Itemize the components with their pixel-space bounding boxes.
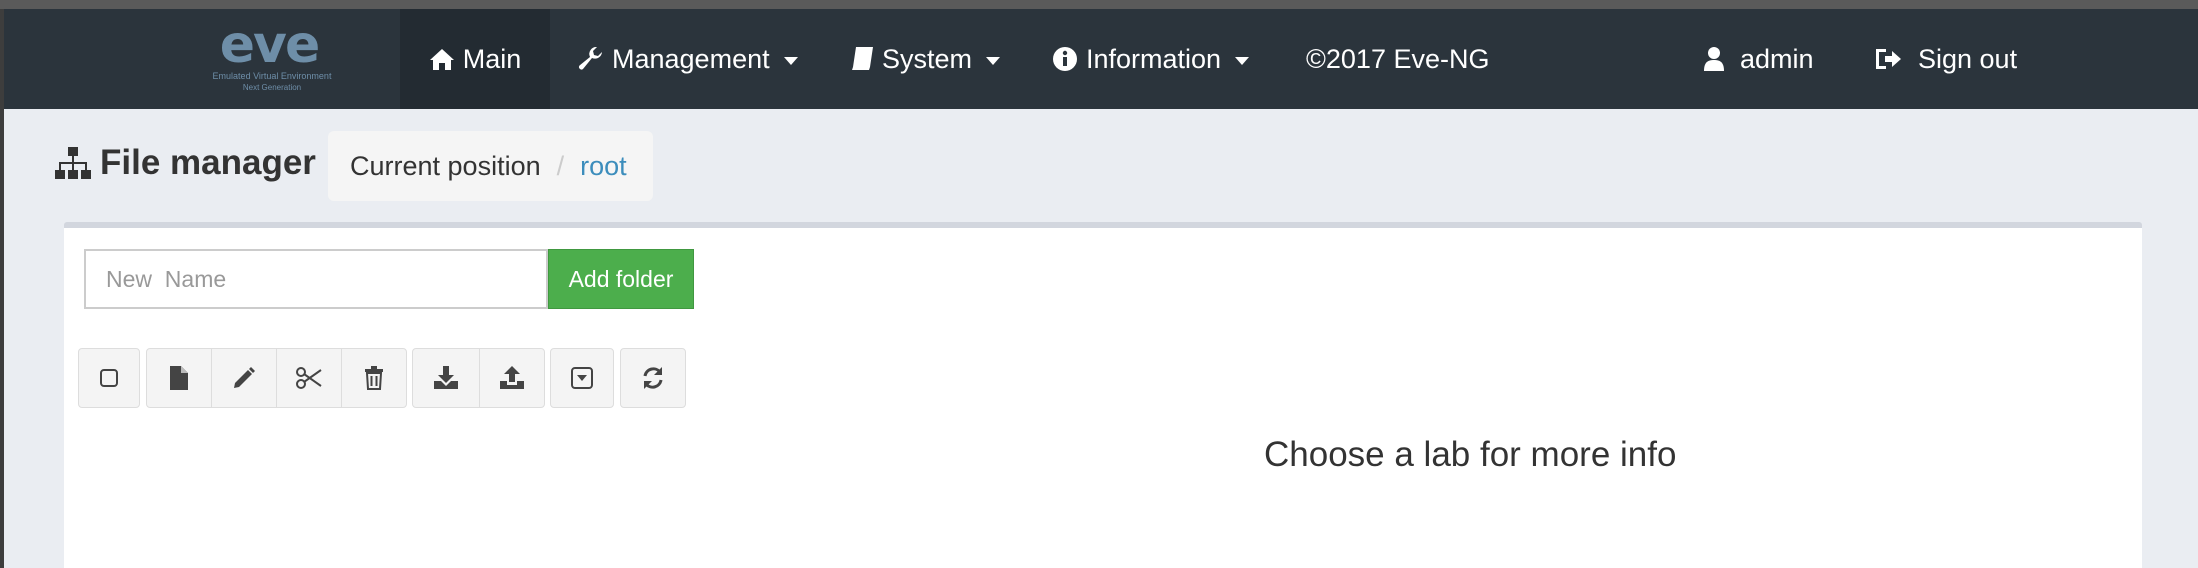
archive-button[interactable] — [550, 348, 614, 408]
archive-icon — [571, 367, 593, 389]
breadcrumb-label: Current position — [350, 150, 541, 181]
window-top-strip — [0, 0, 2198, 9]
user-icon — [1704, 47, 1724, 71]
checkbox-icon — [100, 369, 118, 387]
nav-user-label: admin — [1740, 43, 1814, 74]
nav-system-label: System — [882, 43, 973, 74]
sitemap-icon — [55, 147, 91, 179]
upload-button[interactable] — [479, 348, 545, 408]
nav-signout-label: Sign out — [1918, 43, 2018, 74]
eve-logo[interactable]: eve Emulated Virtual Environment Next Ge… — [174, 9, 402, 109]
delete-button[interactable] — [341, 348, 407, 408]
download-icon — [434, 366, 458, 389]
nav-information[interactable]: Information — [1052, 9, 1250, 109]
refresh-icon — [643, 367, 663, 389]
chevron-down-icon — [1235, 57, 1250, 65]
chevron-down-icon — [783, 57, 798, 65]
nav-management-label: Management — [612, 43, 770, 74]
wrench-icon — [579, 46, 602, 70]
pencil-icon — [234, 367, 255, 388]
nav-user[interactable]: admin — [1704, 9, 1814, 109]
nav-information-label: Information — [1086, 43, 1222, 74]
sign-out-icon — [1876, 49, 1901, 69]
select-all-button[interactable] — [78, 348, 140, 408]
logo-text: eve — [219, 15, 320, 75]
page-title: File manager — [54, 143, 316, 183]
file-manager-panel: Add folder Choose a lab for more info — [64, 228, 2142, 568]
add-folder-button[interactable]: Add folder — [548, 249, 694, 309]
info-circle-icon — [1053, 47, 1077, 71]
new-folder-name-input[interactable] — [84, 249, 548, 309]
nav-signout[interactable]: Sign out — [1874, 9, 2017, 109]
cut-button[interactable] — [276, 348, 342, 408]
nav-system[interactable]: System — [850, 9, 1001, 109]
nav-copyright-label: ©2017 Eve-NG — [1306, 43, 1490, 74]
breadcrumb-root-link[interactable]: root — [580, 151, 627, 182]
logo-subline: Next Generation — [242, 83, 302, 92]
edit-button[interactable] — [211, 348, 277, 408]
breadcrumb: Current position / root — [328, 131, 653, 201]
lab-info-placeholder: Choose a lab for more info — [1264, 435, 1677, 474]
scissors-icon — [296, 367, 322, 389]
chevron-down-icon — [986, 57, 1001, 65]
logo-tagline: Emulated Virtual Environment — [212, 71, 332, 81]
nav-management[interactable]: Management — [578, 9, 798, 109]
file-icon — [170, 366, 188, 390]
upload-icon — [500, 366, 524, 389]
trash-icon — [365, 366, 383, 390]
page-title-text: File manager — [100, 143, 316, 182]
new-file-button[interactable] — [146, 348, 212, 408]
nav-main-label: Main — [462, 43, 522, 74]
refresh-button[interactable] — [620, 348, 686, 408]
main-content: File manager Current position / root Add… — [4, 109, 2198, 568]
home-icon — [429, 49, 454, 70]
breadcrumb-separator: / — [556, 150, 565, 181]
download-button[interactable] — [412, 348, 480, 408]
nav-copyright[interactable]: ©2017 Eve-NG — [1306, 9, 1489, 109]
book-icon — [852, 47, 873, 70]
top-navbar: eve Emulated Virtual Environment Next Ge… — [4, 9, 2198, 109]
nav-main[interactable]: Main — [400, 9, 550, 109]
